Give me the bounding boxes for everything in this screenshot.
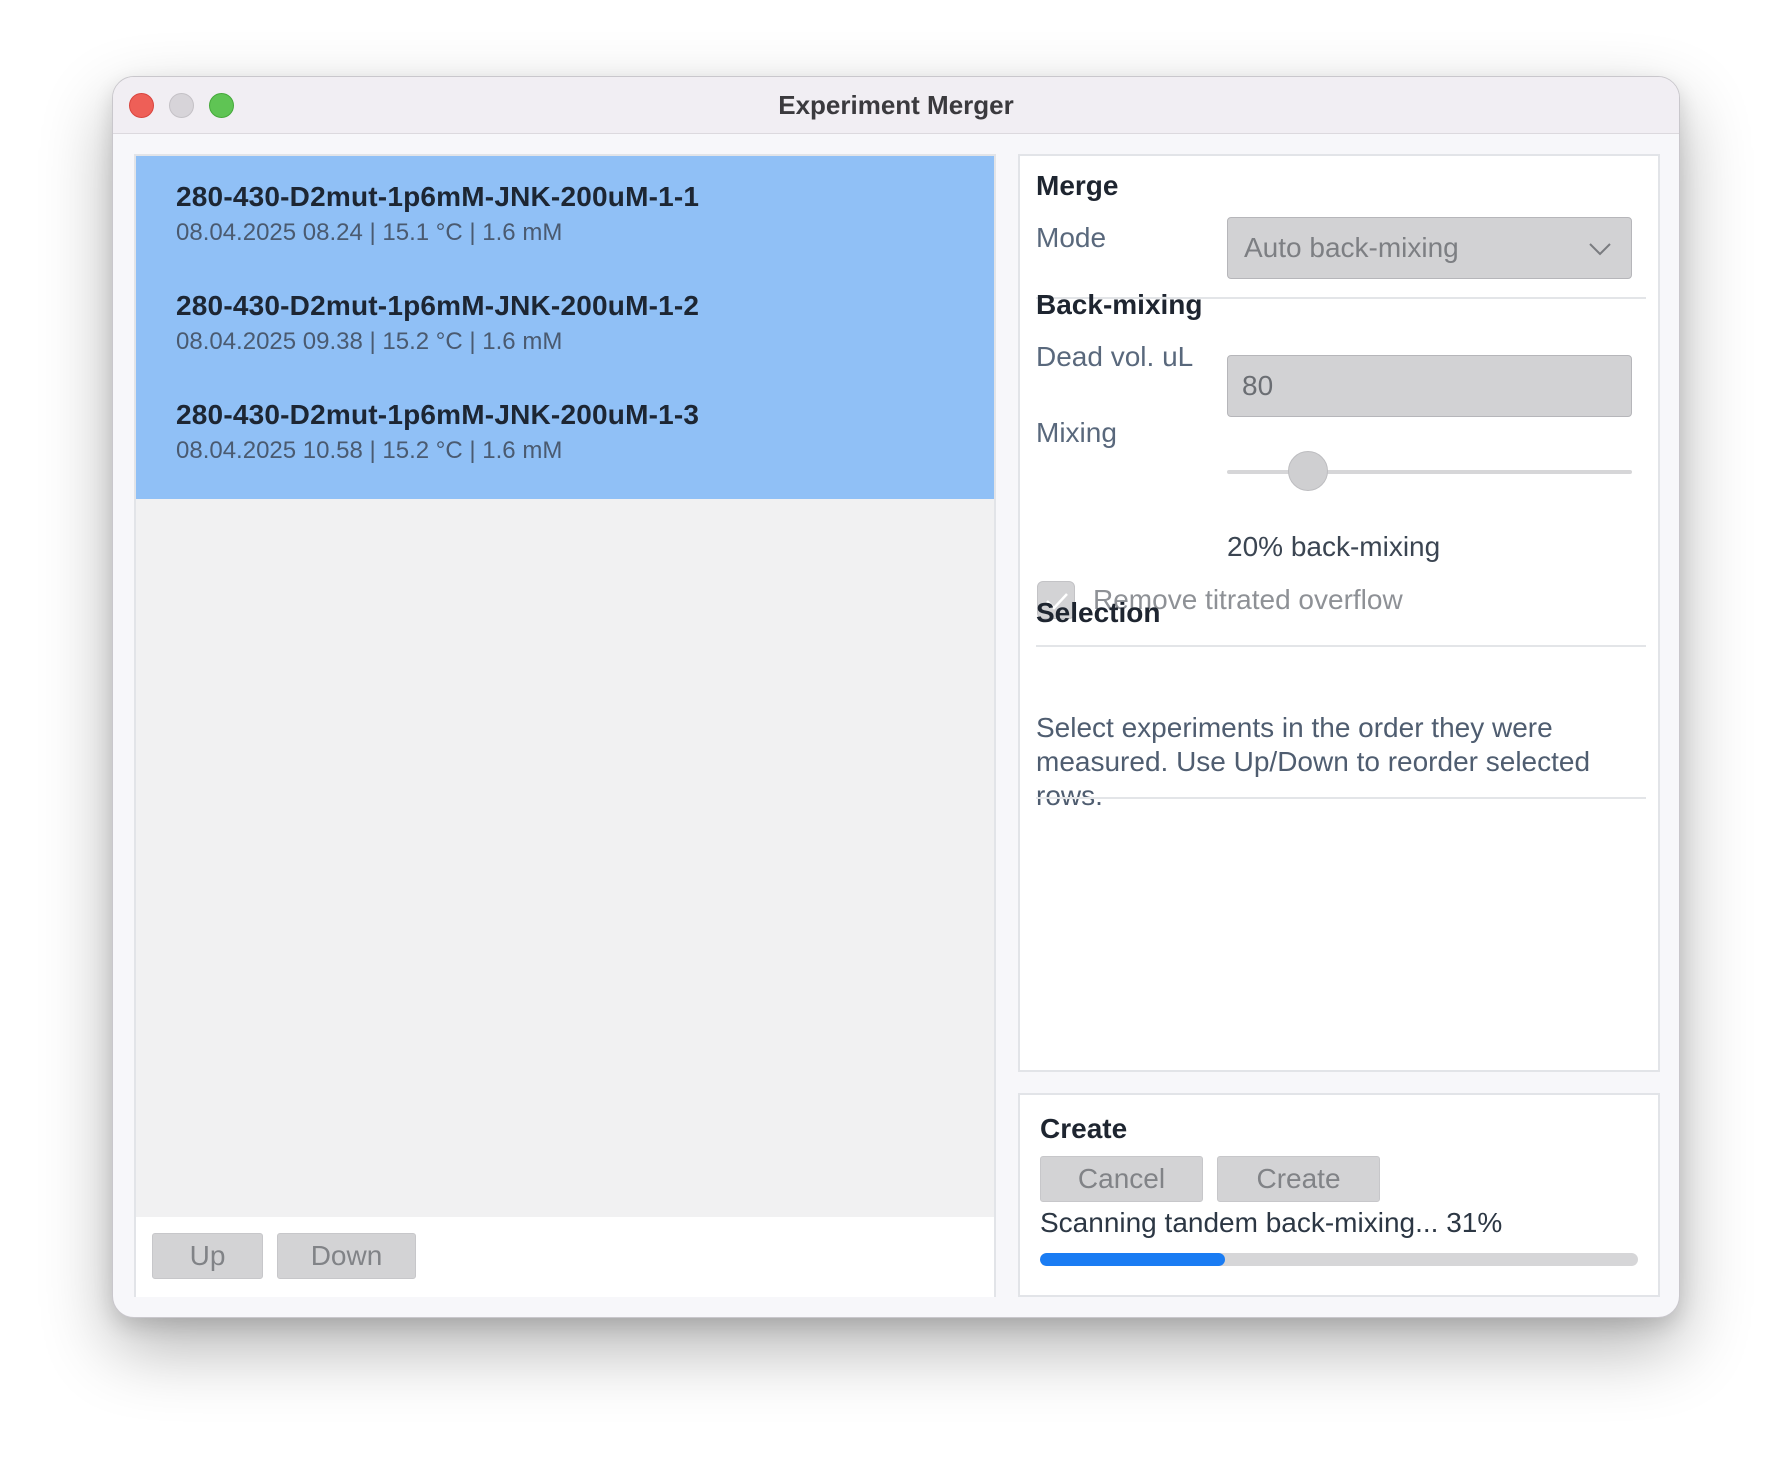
experiment-name: 280-430-D2mut-1p6mM-JNK-200uM-1-1 [176, 181, 700, 212]
create-heading: Create [1040, 1113, 1128, 1144]
mixing-slider-knob[interactable] [1288, 451, 1328, 491]
back-mixing-heading: Back-mixing [1036, 289, 1203, 320]
list-footer: Up Down [136, 1217, 994, 1297]
divider [1036, 797, 1646, 799]
settings-pane: Merge Mode Auto back-mixing Back-mixing … [1018, 154, 1660, 1072]
dead-volume-field[interactable]: 80 [1227, 355, 1632, 417]
experiment-merger-window: Experiment Merger 280-430-D2mut-1p6mM-JN… [112, 76, 1680, 1318]
experiment-name: 280-430-D2mut-1p6mM-JNK-200uM-1-2 [176, 290, 700, 321]
mode-selected-value: Auto back-mixing [1244, 232, 1459, 263]
experiment-meta: 08.04.2025 10.58 | 15.2 °C | 1.6 mM [176, 437, 563, 464]
experiment-meta: 08.04.2025 08.24 | 15.1 °C | 1.6 mM [176, 219, 563, 246]
experiment-row[interactable]: 280-430-D2mut-1p6mM-JNK-200uM-1-2 08.04.… [136, 265, 994, 390]
selection-heading: Selection [1036, 597, 1161, 628]
dead-volume-label: Dead vol. uL [1036, 341, 1194, 372]
mixing-caption: 20% back-mixing [1227, 531, 1441, 562]
mode-select[interactable]: Auto back-mixing [1227, 217, 1632, 279]
chevron-down-icon [1589, 243, 1611, 256]
move-down-button[interactable]: Down [277, 1233, 416, 1279]
progress-fill [1040, 1253, 1226, 1266]
dead-volume-value: 80 [1242, 370, 1274, 401]
experiment-list[interactable]: 280-430-D2mut-1p6mM-JNK-200uM-1-1 08.04.… [136, 156, 994, 1217]
create-pane: Create Cancel Create Scanning tandem bac… [1018, 1093, 1660, 1297]
experiment-name: 280-430-D2mut-1p6mM-JNK-200uM-1-3 [176, 399, 700, 430]
divider [1036, 645, 1646, 647]
mixing-label: Mixing [1036, 417, 1117, 448]
experiment-meta: 08.04.2025 09.38 | 15.2 °C | 1.6 mM [176, 328, 563, 355]
title-bar: Experiment Merger [113, 77, 1679, 134]
create-button[interactable]: Create [1217, 1156, 1380, 1202]
window-title: Experiment Merger [778, 90, 1014, 120]
experiment-list-pane: 280-430-D2mut-1p6mM-JNK-200uM-1-1 08.04.… [134, 154, 996, 1297]
cancel-button[interactable]: Cancel [1040, 1156, 1203, 1202]
move-up-button[interactable]: Up [152, 1233, 263, 1279]
experiment-row[interactable]: 280-430-D2mut-1p6mM-JNK-200uM-1-1 08.04.… [136, 156, 994, 281]
progress-bar [1040, 1253, 1638, 1266]
mode-label: Mode [1036, 222, 1107, 253]
status-text: Scanning tandem back-mixing... 31% [1040, 1207, 1503, 1238]
merge-heading: Merge [1036, 170, 1119, 201]
experiment-row[interactable]: 280-430-D2mut-1p6mM-JNK-200uM-1-3 08.04.… [136, 374, 994, 499]
